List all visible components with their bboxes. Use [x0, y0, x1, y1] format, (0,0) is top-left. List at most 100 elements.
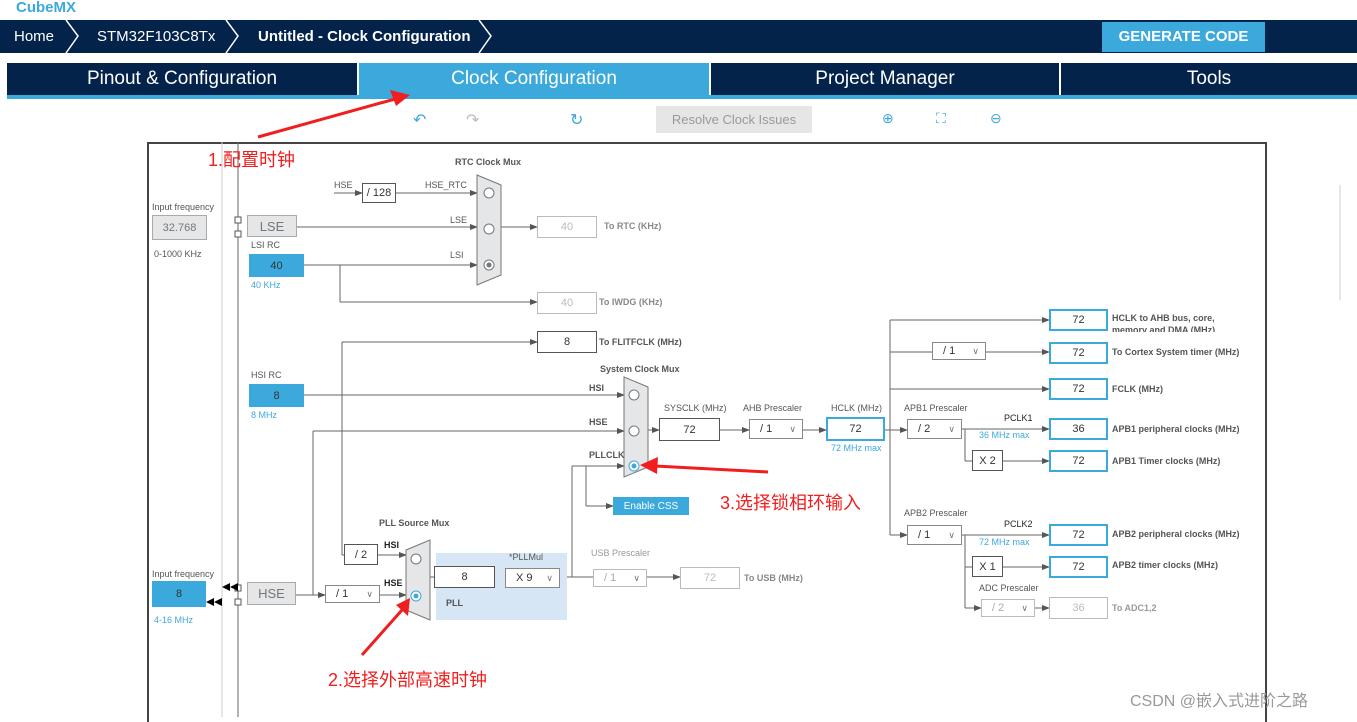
lse-oscillator: LSE	[247, 215, 297, 237]
iwdg-output-label: To IWDG (KHz)	[599, 297, 663, 307]
output-apb2-timer-label: APB2 timer clocks (MHz)	[1112, 560, 1219, 570]
rtc-output: 40	[537, 216, 597, 238]
apb1-timer-multiplier: X 2	[972, 450, 1003, 471]
hclk-max: 72 MHz max	[831, 443, 882, 453]
hse-input-label: Input frequency	[152, 569, 215, 579]
hsi-div2: / 2	[344, 544, 378, 565]
ahb-prescaler-select[interactable]: / 1 ∨	[749, 419, 803, 439]
apb2-prescaler-label: APB2 Prescaler	[904, 508, 968, 518]
output-apb2-peripheral-label: APB2 peripheral clocks (MHz)	[1112, 529, 1240, 539]
output-apb1-peripheral-label: APB1 peripheral clocks (MHz)	[1112, 424, 1240, 434]
apb1-prescaler-label: APB1 Prescaler	[904, 403, 968, 413]
output-apb1-peripheral[interactable]: 36	[1049, 418, 1108, 440]
adc-prescaler-select[interactable]: / 2 ∨	[981, 599, 1035, 617]
output-apb2-timer[interactable]: 72	[1049, 556, 1108, 578]
lse-input-frequency[interactable]: 32.768	[152, 215, 207, 240]
hse-input-range: 4-16 MHz	[154, 615, 194, 625]
hsi-rc-value: 8	[249, 384, 304, 407]
output-apb2-peripheral[interactable]: 72	[1049, 524, 1108, 546]
system-clock-mux-radios[interactable]	[629, 390, 641, 472]
sysmux-hse-label: HSE	[589, 417, 608, 427]
hsi-unit: 8 MHz	[251, 410, 278, 420]
usb-output: 72	[680, 567, 740, 589]
flitfclk-output: 8	[537, 331, 597, 353]
lse-input-range: 0-1000 KHz	[154, 249, 202, 259]
chevron-down-icon: ∨	[633, 573, 640, 583]
ahb-prescaler-label: AHB Prescaler	[743, 403, 803, 413]
apb2-prescaler-select[interactable]: / 1 ∨	[907, 525, 962, 545]
enable-css-button[interactable]: Enable CSS	[613, 497, 689, 515]
chevron-down-icon: ∨	[972, 346, 979, 356]
output-fclk-label: FCLK (MHz)	[1112, 384, 1163, 394]
rtc-mux-title: RTC Clock Mux	[455, 157, 522, 167]
pllmux-hse-label: HSE	[384, 578, 403, 588]
watermark: CSDN @嵌入式进阶之路	[1130, 693, 1309, 710]
lsi-label: LSI RC	[251, 240, 281, 250]
flitfclk-output-label: To FLITFCLK (MHz)	[599, 337, 682, 347]
annotation-step-1: 1.配置时钟	[208, 150, 296, 170]
cortex-timer-divider-select[interactable]: / 1 ∨	[932, 342, 986, 360]
output-adc-label: To ADC1,2	[1112, 603, 1157, 613]
usb-prescaler-select[interactable]: / 1 ∨	[593, 569, 647, 587]
pclk1-max: 36 MHz max	[979, 430, 1030, 440]
sysmux-hsi-label: HSI	[589, 383, 605, 393]
hclk-value[interactable]: 72	[826, 417, 885, 441]
chevron-down-icon: ∨	[366, 589, 373, 599]
annotation-step-3: 3.选择锁相环输入	[720, 493, 862, 513]
output-apb1-timer-label: APB1 Timer clocks (MHz)	[1112, 456, 1221, 466]
usb-output-label: To USB (MHz)	[744, 573, 803, 583]
pclk2-label: PCLK2	[1004, 519, 1033, 529]
pclk1-label: PCLK1	[1004, 413, 1033, 423]
pll-source-mux-radios[interactable]	[410, 553, 422, 603]
output-apb1-timer[interactable]: 72	[1049, 450, 1108, 472]
hse-input-frequency[interactable]: 8	[152, 581, 206, 607]
hse-oscillator: HSE	[247, 582, 296, 605]
annotation-step-2: 2.选择外部高速时钟	[328, 670, 488, 690]
hse-prediv-value: / 1	[336, 588, 349, 600]
pllmul-select[interactable]: X 9 ∨	[505, 568, 560, 588]
output-cortex-timer[interactable]: 72	[1049, 342, 1108, 364]
pll-label: PLL	[446, 598, 463, 608]
output-fclk[interactable]: 72	[1049, 378, 1108, 400]
rtc-lsi-label: LSI	[450, 250, 464, 260]
rtc-hse-label: HSE	[334, 180, 353, 190]
rtc-lse-label: LSE	[450, 215, 468, 225]
apb1-prescaler-value: / 2	[918, 423, 931, 435]
apb2-prescaler-value: / 1	[918, 529, 931, 541]
sysclk-label: SYSCLK (MHz)	[664, 403, 727, 413]
chevron-down-icon: ∨	[1021, 603, 1028, 613]
pclk2-max: 72 MHz max	[979, 537, 1030, 547]
output-hclk-ahb[interactable]: 72	[1049, 309, 1108, 331]
lse-input-label: Input frequency	[152, 202, 215, 212]
usb-prescaler-value: / 1	[604, 572, 617, 584]
sysmux-pllclk-label: PLLCLK	[589, 450, 625, 460]
output-adc: 36	[1049, 597, 1108, 619]
pllmul-value: X 9	[516, 572, 533, 584]
iwdg-output: 40	[537, 292, 597, 314]
apb1-prescaler-select[interactable]: / 2 ∨	[907, 419, 962, 439]
output-cortex-timer-label: To Cortex System timer (MHz)	[1112, 347, 1240, 357]
sysclk-value[interactable]: 72	[659, 418, 720, 441]
ahb-prescaler-value: / 1	[760, 423, 773, 435]
hse-rtc-label: HSE_RTC	[425, 180, 467, 190]
chevron-down-icon: ∨	[948, 424, 955, 434]
lsi-rc-value: 40	[249, 254, 304, 277]
apb2-timer-multiplier: X 1	[972, 556, 1003, 577]
cortex-divider-value: / 1	[943, 345, 956, 357]
pllmul-label: *PLLMul	[509, 552, 544, 562]
system-clock-mux-title: System Clock Mux	[600, 364, 680, 374]
hclk-label: HCLK (MHz)	[831, 403, 882, 413]
pll-source-mux-title: PLL Source Mux	[379, 518, 450, 528]
output-hclk-ahb-label: HCLK to AHB bus, core, memory and DMA (M…	[1112, 313, 1216, 332]
hse-prediv-select[interactable]: / 1 ∨	[325, 585, 380, 603]
chevron-down-icon: ∨	[546, 573, 553, 583]
pllmux-hsi-label: HSI	[384, 540, 400, 550]
chevron-down-icon: ∨	[789, 424, 796, 434]
rtc-output-label: To RTC (KHz)	[604, 221, 662, 231]
pll-input-value: 8	[434, 566, 495, 588]
hse-rtc-divider: / 128	[362, 183, 396, 203]
adc-prescaler-label: ADC Prescaler	[979, 583, 1039, 593]
hsi-label: HSI RC	[251, 370, 282, 380]
chevron-down-icon: ∨	[948, 530, 955, 540]
usb-prescaler-label: USB Prescaler	[591, 548, 651, 558]
